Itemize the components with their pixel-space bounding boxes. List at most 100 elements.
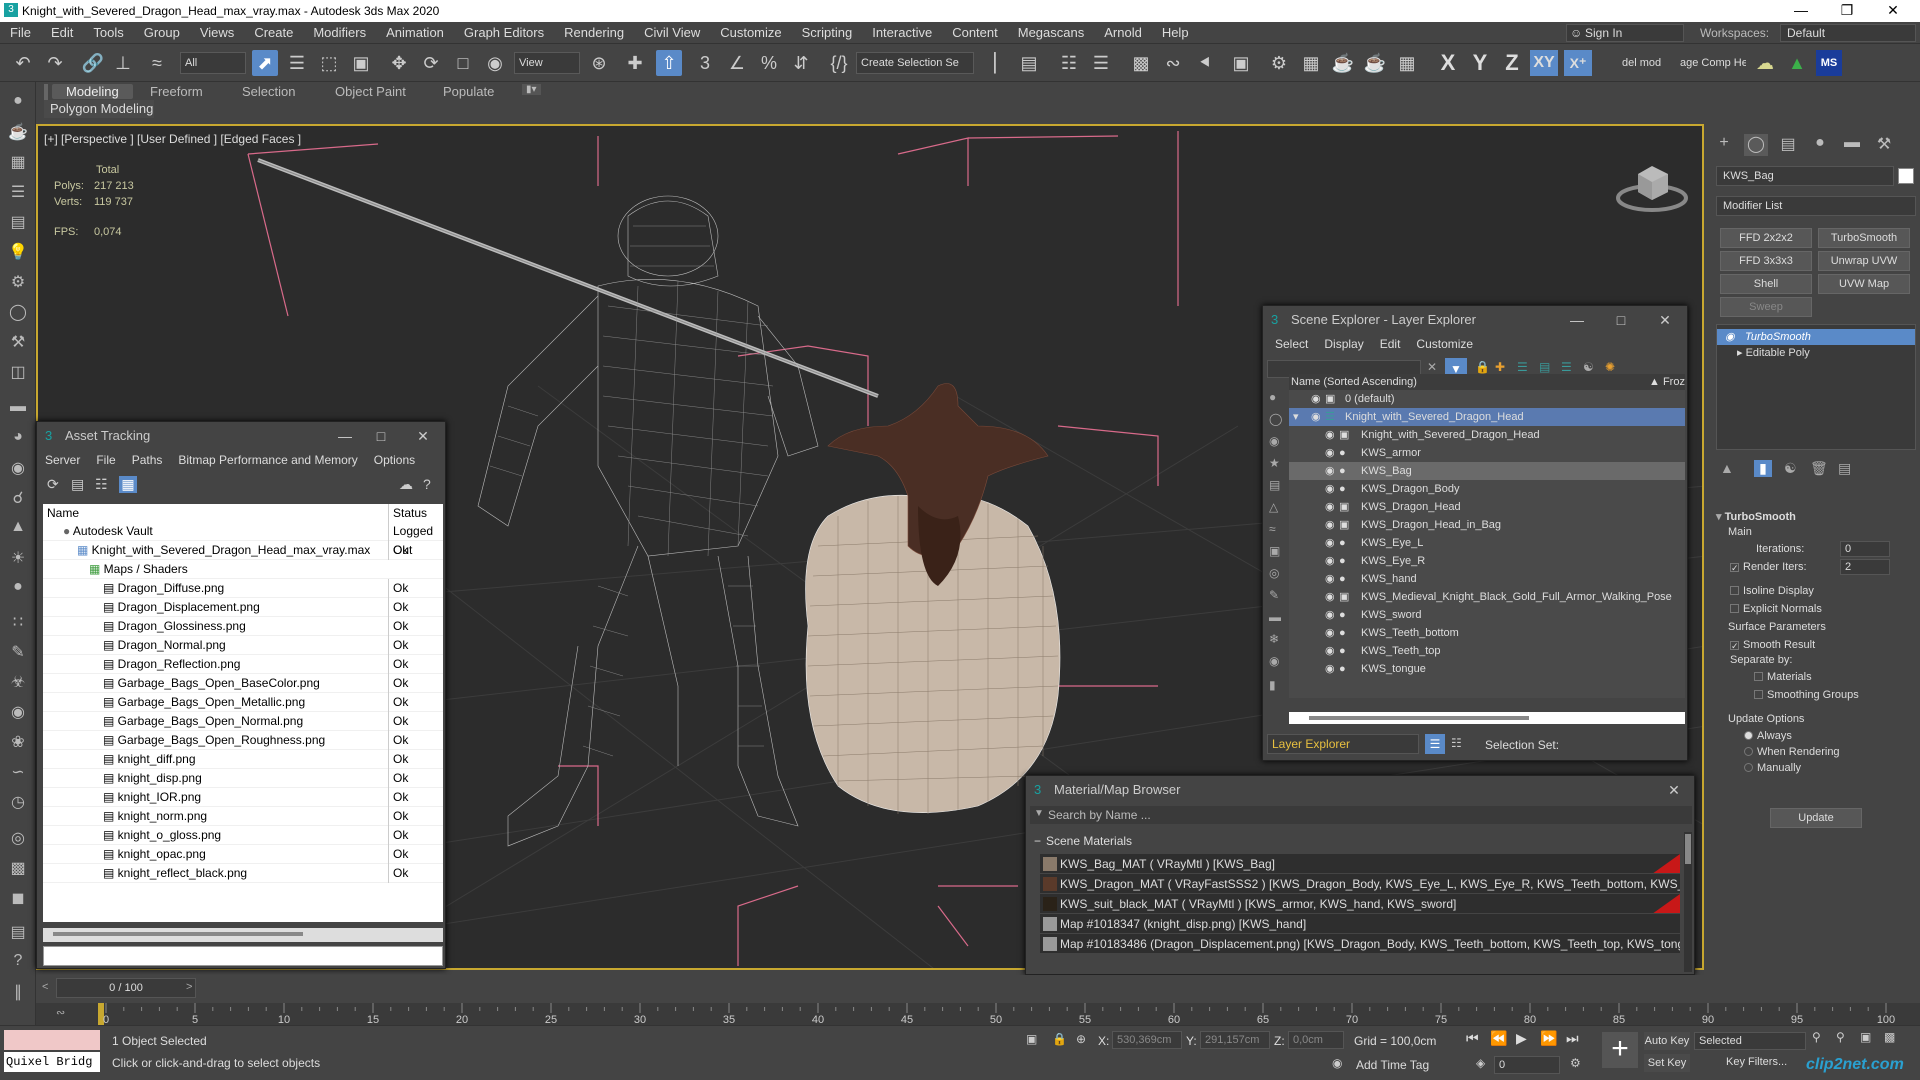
selection-lock-icon[interactable]: 🔒 <box>1052 1032 1067 1046</box>
material-browser-titlebar[interactable]: 3 Material/Map Browser ✕ <box>1026 776 1694 804</box>
object-color-swatch[interactable] <box>1898 168 1914 184</box>
remove-modifier-icon[interactable]: 🗑 <box>1810 460 1828 477</box>
col-name-header[interactable]: Name <box>47 504 79 522</box>
toggle-layer-explorer-icon[interactable]: ☰ <box>1088 50 1114 76</box>
name-column-header[interactable]: Name (Sorted Ascending) <box>1289 376 1417 388</box>
material-row[interactable]: KWS_suit_black_MAT ( VRayMtl ) [KWS_armo… <box>1040 894 1680 914</box>
always-row[interactable]: Always <box>1716 728 1916 744</box>
menu-animation[interactable]: Animation <box>376 25 454 40</box>
menu-edit[interactable]: Edit <box>1372 337 1409 351</box>
search-options-icon[interactable]: ▼ <box>1034 808 1044 819</box>
eye-icon[interactable]: ◉ <box>1325 444 1335 462</box>
eye-icon[interactable]: ◉ <box>1325 642 1335 660</box>
menu-content[interactable]: Content <box>942 25 1008 40</box>
python-icon[interactable]: ▩ <box>5 858 31 882</box>
table-row[interactable]: ▤ Garbage_Bags_Open_BaseColor.png Ok <box>43 674 443 693</box>
maxscript-icon[interactable]: MS <box>1816 50 1842 76</box>
table-view-icon[interactable]: ▦ <box>119 476 137 493</box>
material-search-input[interactable]: Search by Name ... <box>1030 806 1692 824</box>
rendered-frame-window-icon[interactable]: ▦ <box>1298 50 1324 76</box>
go-to-end-icon[interactable]: ⏭ <box>1566 1030 1579 1047</box>
render-iterative-icon[interactable]: ☕ <box>1362 50 1388 76</box>
plant-icon[interactable]: ❀ <box>5 732 31 756</box>
material-editor-icon[interactable]: ▣ <box>1228 50 1254 76</box>
layer-icon[interactable]: ▦ <box>5 152 31 176</box>
cloud-icon[interactable]: ☁ <box>1752 50 1778 76</box>
select-by-name-icon[interactable]: ☰ <box>284 50 310 76</box>
menu-paths[interactable]: Paths <box>124 453 171 467</box>
undo-icon[interactable]: ↶ <box>10 50 36 76</box>
show-end-result-icon[interactable]: ▮ <box>1754 460 1772 477</box>
new-layer-icon[interactable]: ✚ <box>1495 360 1505 374</box>
menu-file[interactable]: File <box>88 453 123 467</box>
groups-icon[interactable]: ▣ <box>1269 544 1280 558</box>
menu-scripting[interactable]: Scripting <box>792 25 863 40</box>
help-icon[interactable]: ? <box>423 476 431 492</box>
geometry-icon[interactable]: ◯ <box>1269 412 1282 426</box>
explicit-normals-row[interactable]: Explicit Normals <box>1716 600 1916 618</box>
menu-graph-editors[interactable]: Graph Editors <box>454 25 554 40</box>
table-row[interactable]: ▦ Maps / Shaders <box>43 560 443 579</box>
create-selection-set-dropdown[interactable]: Create Selection Se <box>856 52 974 74</box>
menu-group[interactable]: Group <box>134 25 190 40</box>
axis-xy-plane-icon[interactable]: X⁺ <box>1564 50 1592 76</box>
node-group[interactable]: ◉ ▣ KWS_Dragon_Head_in_Bag <box>1289 516 1685 534</box>
stack-item-turbosmooth[interactable]: ◉ TurboSmooth <box>1717 329 1915 345</box>
current-frame-field[interactable]: 0 <box>1494 1056 1560 1074</box>
stack-item-editable-poly[interactable]: ▸ Editable Poly <box>1717 345 1915 361</box>
track-bar[interactable]: ∾ 0 5 10 15 20 25 30 35 40 45 50 55 60 65 70 75 80 85 90 95… <box>36 1003 1920 1025</box>
configure-modifier-sets-icon[interactable]: ▤ <box>1838 460 1851 477</box>
node-object[interactable]: ◉ ● KWS_hand <box>1289 570 1685 588</box>
mirror-icon[interactable]: ⎜ <box>984 50 1010 76</box>
lock-icon[interactable]: 🔒 <box>1475 360 1490 374</box>
render-iters-checkbox[interactable]: ✓ <box>1730 563 1739 573</box>
select-manipulate-icon[interactable]: ✚ <box>622 50 648 76</box>
node-object-selected[interactable]: ◉ ● KWS_Bag <box>1289 462 1685 480</box>
table-row[interactable]: ▤ Dragon_Normal.png Ok <box>43 636 443 655</box>
when-rendering-radio[interactable] <box>1744 747 1753 756</box>
sheet-icon[interactable]: ▤ <box>5 212 31 236</box>
make-current-icon[interactable]: ▤ <box>1539 360 1550 374</box>
absolute-mode-icon[interactable]: ⊕ <box>1076 1032 1086 1046</box>
align-icon[interactable]: ▤ <box>1016 50 1042 76</box>
schematic-view-icon[interactable]: ⯇ <box>1192 50 1218 76</box>
unlink-icon[interactable]: ⊥ <box>110 50 136 76</box>
menu-server[interactable]: Server <box>37 453 88 467</box>
eye-icon[interactable]: ◉ <box>1311 408 1321 426</box>
spacewarps-icon[interactable]: ≈ <box>1269 522 1276 536</box>
eye-icon[interactable]: ◉ <box>1325 516 1335 534</box>
prev-frame-icon[interactable]: < <box>42 981 48 993</box>
light-icon[interactable]: 💡 <box>5 242 31 266</box>
zoom-extents-icon[interactable]: ▣ <box>1860 1030 1871 1044</box>
eye-icon[interactable]: ◉ <box>1725 329 1735 345</box>
create-icon[interactable]: ● <box>5 92 31 116</box>
set-key-button[interactable]: Set Key <box>1644 1054 1690 1072</box>
table-row[interactable]: ▤ knight_o_gloss.png Ok <box>43 826 443 845</box>
manually-radio[interactable] <box>1744 763 1753 772</box>
scrollbar-thumb[interactable] <box>53 932 303 936</box>
menu-create[interactable]: Create <box>244 25 303 40</box>
table-row[interactable]: ▤ Garbage_Bags_Open_Normal.png Ok <box>43 712 443 731</box>
expand-icon[interactable]: ▸ <box>1737 347 1746 359</box>
render-production-icon[interactable]: ☕ <box>1330 50 1356 76</box>
curve-editor-mini-icon[interactable]: ∾ <box>56 1006 65 1019</box>
pin-stack-icon[interactable]: ▲ <box>1720 460 1734 476</box>
display-tab-icon[interactable]: ▬ <box>1840 134 1864 156</box>
layer-knight[interactable]: ▾ ◉ ☰ Knight_with_Severed_Dragon_Head <box>1289 408 1685 426</box>
scene-materials-section[interactable]: − Scene Materials <box>1032 832 1682 850</box>
material-row[interactable]: Map #10183486 (Dragon_Displacement.png) … <box>1040 934 1680 954</box>
table-row[interactable]: ▤ knight_norm.png Ok <box>43 807 443 826</box>
menu-rendering[interactable]: Rendering <box>554 25 634 40</box>
close-icon[interactable]: ✕ <box>1870 0 1916 22</box>
angle-snap-icon[interactable]: ∠ <box>724 50 750 76</box>
snaps-toggle-icon[interactable]: 3 <box>692 50 718 76</box>
time-tag-icon[interactable]: ◉ <box>1332 1056 1342 1070</box>
tape-icon[interactable]: ◯ <box>5 302 31 326</box>
ffd-3x3x3-button[interactable]: FFD 3x3x3 <box>1720 251 1812 271</box>
refresh-icon[interactable]: ⟳ <box>47 476 59 493</box>
table-row[interactable]: ▤ Dragon_Glossiness.png Ok <box>43 617 443 636</box>
maximize-icon[interactable]: □ <box>1599 306 1643 334</box>
select-object-icon[interactable]: ⬈ <box>252 50 278 76</box>
create-tab-icon[interactable]: + <box>1712 134 1736 156</box>
reference-coordinate-dropdown[interactable]: View <box>514 52 580 74</box>
